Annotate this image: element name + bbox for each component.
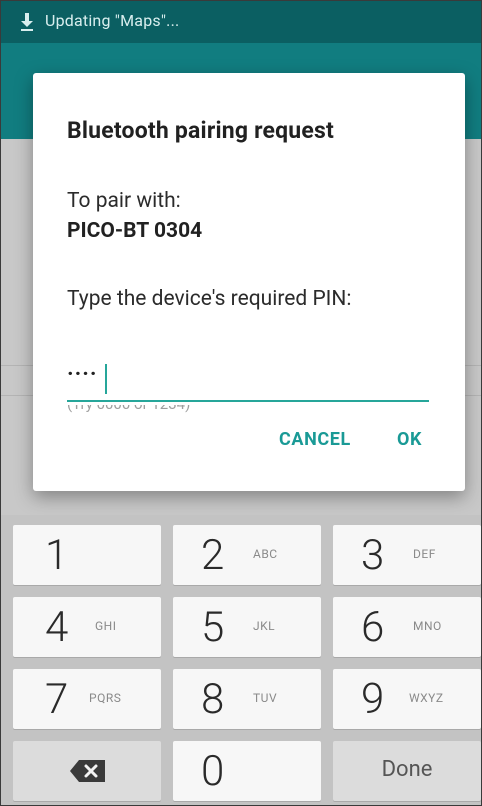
key-4[interactable]: 4 GHI [13,597,161,657]
key-3[interactable]: 3 DEF [333,525,481,585]
key-letters: MNO [413,619,442,633]
key-1[interactable]: 1 [13,525,161,585]
key-digit: 2 [201,531,225,580]
key-6[interactable]: 6 MNO [333,597,481,657]
key-9[interactable]: 9 WXYZ [333,669,481,729]
key-letters: JKL [253,619,276,633]
status-bar: Updating "Maps"... [1,1,481,43]
key-digit: 6 [361,603,385,652]
key-digit: 4 [45,603,69,652]
done-label: Done [381,757,433,782]
done-key[interactable]: Done [333,741,481,801]
notification-text: Updating "Maps"... [45,11,180,30]
pin-value: ···· [67,362,98,387]
dialog-title: Bluetooth pairing request [67,117,334,144]
download-icon [21,13,33,31]
backspace-key[interactable] [13,741,161,801]
pin-prompt: Type the device's required PIN: [67,287,352,311]
device-name: PICO-BT 0304 [67,219,203,243]
key-0[interactable]: 0 [173,741,321,801]
pair-label: To pair with: [67,189,181,213]
key-7[interactable]: 7 PQRS [13,669,161,729]
key-letters: WXYZ [409,691,444,705]
key-2[interactable]: 2 ABC [173,525,321,585]
text-cursor [105,364,107,394]
key-letters: DEF [413,547,436,561]
pin-hint-text: (Try 0000 or 1234) [67,405,190,413]
key-digit: 7 [45,675,69,724]
key-letters: GHI [95,619,117,633]
input-underline [67,400,429,402]
key-digit: 9 [361,675,385,724]
key-digit: 8 [201,675,225,724]
numeric-keypad: 1 2 ABC 3 DEF 4 GHI 5 JKL 6 MNO 7 PQRS 8 [1,515,481,805]
cancel-button[interactable]: CANCEL [279,429,351,450]
key-digit: 0 [201,747,225,796]
key-letters: PQRS [89,691,122,705]
key-letters: TUV [253,691,278,705]
screen: Updating "Maps"... Bluetooth pairing req… [0,0,482,806]
key-digit: 3 [361,531,385,580]
key-5[interactable]: 5 JKL [173,597,321,657]
key-digit: 1 [45,531,69,580]
key-8[interactable]: 8 TUV [173,669,321,729]
pin-hint: (Try 0000 or 1234) [67,405,429,413]
pin-input[interactable]: ···· [67,358,429,404]
pairing-dialog: Bluetooth pairing request To pair with: … [33,73,465,491]
key-digit: 5 [201,603,225,652]
key-letters: ABC [253,547,278,561]
ok-button[interactable]: OK [397,429,422,450]
backspace-icon [70,760,105,782]
